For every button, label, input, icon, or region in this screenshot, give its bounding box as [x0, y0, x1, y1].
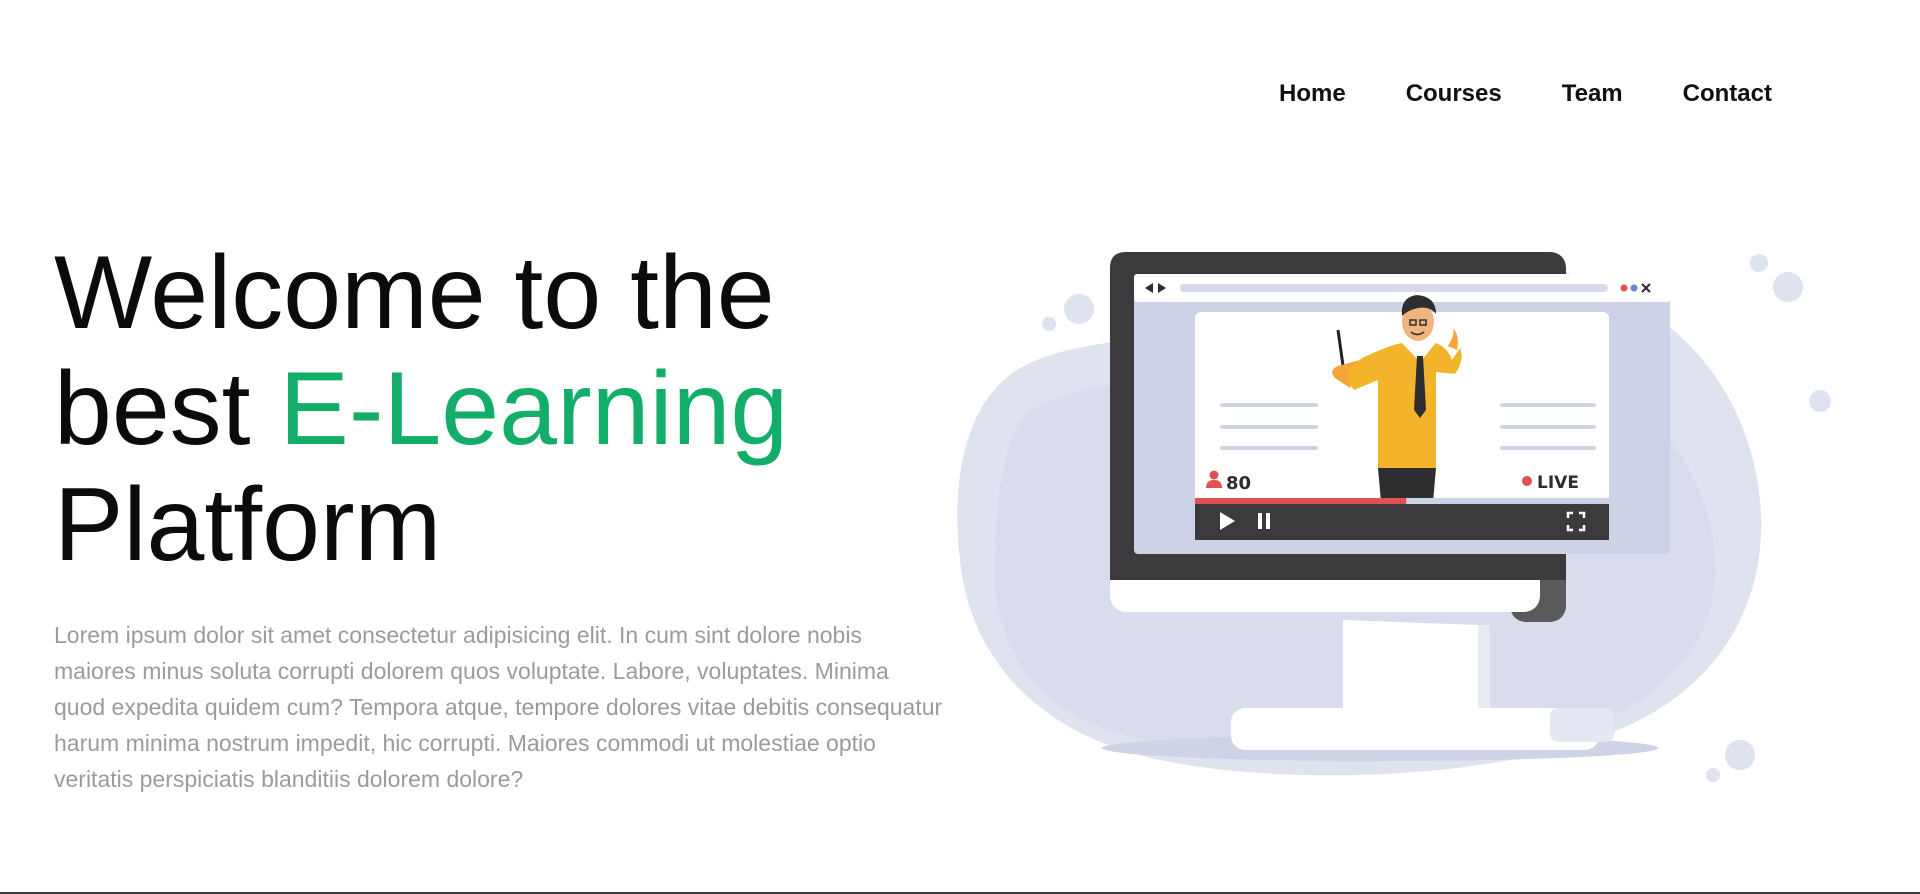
hero-description: Lorem ipsum dolor sit amet consectetur a… — [54, 622, 943, 792]
browser-dot-red-icon — [1620, 284, 1628, 292]
bubble-decoration — [1064, 294, 1094, 324]
nav-link-home[interactable]: Home — [1279, 80, 1346, 108]
video-progress-fill — [1195, 498, 1407, 504]
hero-title-accent: E-Learning — [279, 351, 789, 467]
monitor-stand-side — [1478, 625, 1490, 710]
nav-link-contact[interactable]: Contact — [1683, 80, 1772, 108]
nav-link-team[interactable]: Team — [1562, 80, 1623, 108]
bubble-decoration — [1725, 740, 1755, 770]
pause-icon — [1266, 513, 1270, 529]
hero-title: Welcome to the best E-Learning Platform — [54, 235, 788, 583]
live-dot-icon — [1522, 476, 1532, 486]
monitor-base-edge — [1550, 708, 1614, 742]
browser-dot-blue-icon — [1630, 284, 1638, 292]
viewer-person-icon — [1209, 470, 1219, 480]
live-label: LIVE — [1537, 473, 1579, 493]
video-control-bar — [1195, 504, 1609, 540]
hero-title-line2-prefix: best — [54, 351, 280, 467]
bubble-decoration — [1706, 768, 1720, 782]
bubble-decoration — [1042, 317, 1056, 331]
pause-icon — [1258, 513, 1262, 529]
bubble-decoration — [1809, 390, 1831, 412]
browser-address-bar — [1180, 284, 1608, 292]
main-nav: Home Courses Team Contact — [1279, 80, 1772, 108]
bubble-decoration — [1750, 254, 1768, 272]
nav-link-courses[interactable]: Courses — [1406, 80, 1502, 108]
hero-title-line3: Platform — [54, 467, 442, 583]
elearning-illustration: 80 LIVE — [957, 252, 1831, 782]
hero-title-line1: Welcome to the — [54, 235, 775, 351]
viewer-count: 80 — [1226, 473, 1251, 494]
monitor-stand — [1343, 620, 1478, 710]
monitor-base — [1231, 708, 1599, 750]
bubble-decoration — [1773, 272, 1803, 302]
